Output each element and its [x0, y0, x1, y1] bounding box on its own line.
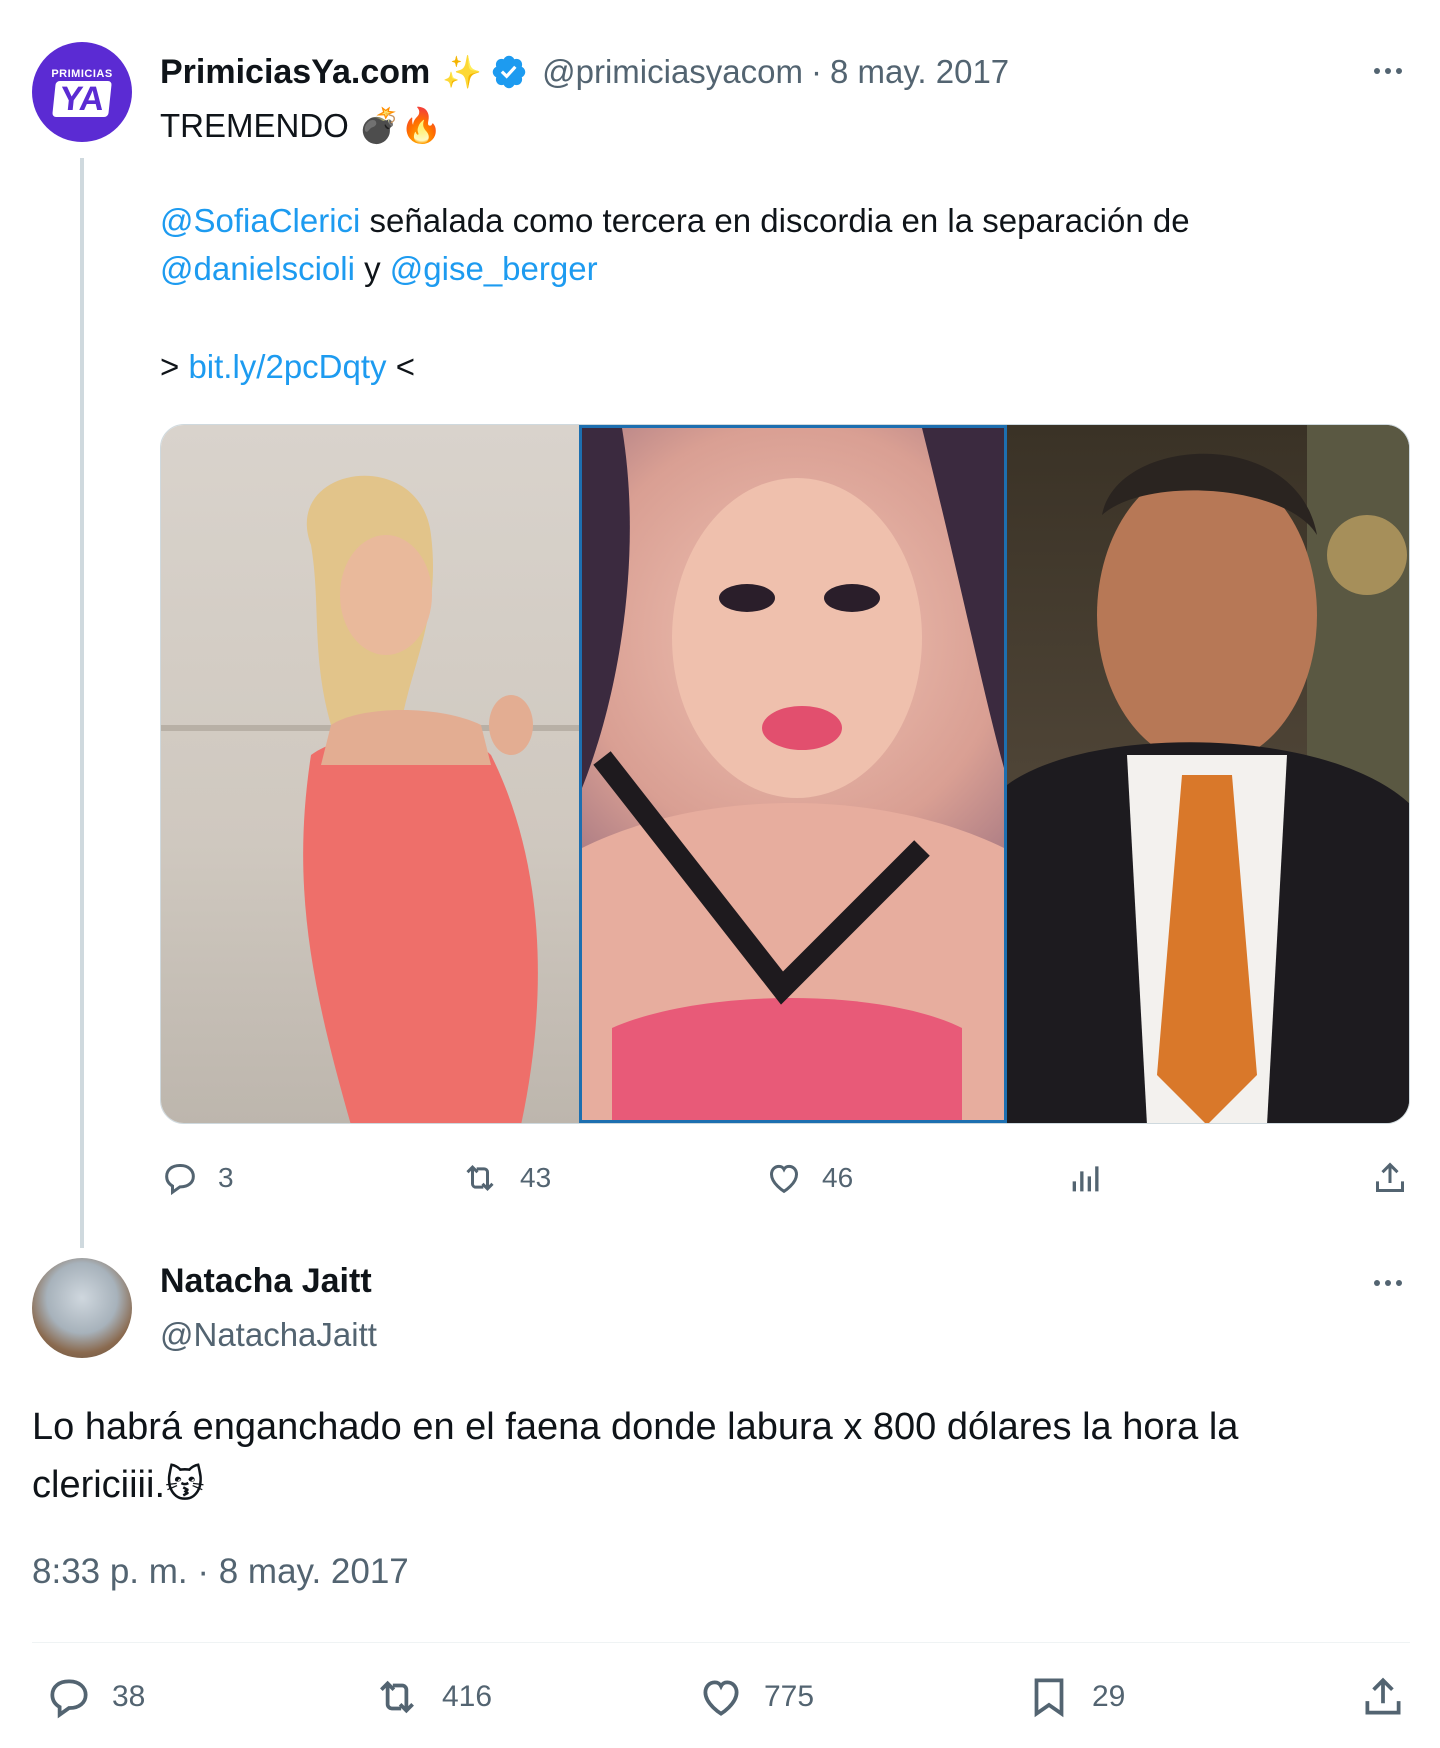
handle[interactable]: @NatachaJaitt — [160, 1316, 377, 1354]
retweet-count: 416 — [442, 1680, 493, 1713]
media-photo-1[interactable] — [161, 425, 579, 1123]
share-icon — [1376, 1162, 1404, 1192]
sparkle-icon: ✨ — [442, 54, 483, 90]
more-options-icon[interactable] — [1374, 68, 1402, 74]
reply-count: 3 — [218, 1162, 234, 1193]
handle[interactable]: @primiciasyacom — [542, 53, 803, 91]
photo-woman-pink-dress — [161, 475, 579, 1123]
reply-icon — [165, 1164, 195, 1196]
tweet-text-line-3: @danielscioli y @gise_berger — [160, 250, 598, 288]
display-name[interactable]: PrimiciasYa.com — [160, 53, 430, 92]
heart-icon — [769, 1164, 799, 1194]
mention-sofiaclerici[interactable]: @SofiaClerici — [160, 202, 360, 239]
thread-connector-line — [80, 158, 84, 1248]
retweet-icon — [380, 1680, 414, 1714]
tweet-timestamp[interactable]: 8:33 p. m. · 8 may. 2017 — [32, 1552, 409, 1592]
retweet-icon — [466, 1165, 494, 1191]
analytics-icon — [1072, 1166, 1099, 1192]
tweet-text-line-2: @SofiaClerici señalada como tercera en d… — [160, 202, 1190, 240]
avatar[interactable] — [32, 1258, 132, 1358]
mention-danielscioli[interactable]: @danielscioli — [160, 250, 355, 287]
link-prefix: > — [160, 348, 189, 385]
like-count: 775 — [764, 1680, 815, 1713]
tweet-text-line-1: TREMENDO 💣🔥 — [160, 106, 443, 146]
tweet-text: Lo habrá enganchado en el faena donde la… — [32, 1398, 1362, 1514]
retweet-count: 43 — [520, 1162, 552, 1193]
kissing-cat-emoji: 😽 — [165, 1464, 205, 1506]
tweet-text-body: Lo habrá enganchado en el faena donde la… — [32, 1406, 1239, 1506]
tweet-header: PrimiciasYa.com ✨ @primiciasyacom · 8 ma… — [160, 50, 1009, 94]
like-count: 46 — [822, 1162, 854, 1193]
share-button[interactable] — [1358, 1672, 1408, 1722]
media-photo-3[interactable] — [1007, 425, 1409, 1123]
reply-count: 38 — [112, 1680, 146, 1713]
tweet-media-collage[interactable] — [160, 424, 1410, 1124]
media-photo-2[interactable] — [579, 425, 1007, 1123]
share-button[interactable] — [1370, 1158, 1410, 1198]
bookmark-count: 29 — [1092, 1680, 1126, 1713]
photo-man-suit — [1007, 425, 1409, 1123]
heart-icon — [703, 1680, 739, 1716]
reply-icon — [50, 1679, 88, 1719]
like-button[interactable]: 775 — [696, 1672, 814, 1722]
separator-dot: · — [811, 53, 822, 90]
display-name[interactable]: Natacha Jaitt — [160, 1262, 372, 1301]
avatar-logo-text-big: YA — [52, 80, 112, 118]
tweet-date[interactable]: 8 may. 2017 — [830, 53, 1009, 91]
retweet-button[interactable]: 43 — [458, 1158, 551, 1198]
tweet-text-and: y — [354, 250, 390, 287]
avatar[interactable]: PRIMICIAS YA — [32, 42, 132, 142]
retweet-button[interactable]: 416 — [370, 1672, 492, 1722]
avatar-logo-text-small: PRIMICIAS — [51, 67, 113, 80]
like-button[interactable]: 46 — [764, 1158, 853, 1198]
photo-woman-selfie — [582, 428, 1004, 1120]
reply-button[interactable]: 3 — [160, 1158, 234, 1198]
share-icon — [1365, 1677, 1401, 1715]
divider — [32, 1642, 1410, 1643]
mention-gise-berger[interactable]: @gise_berger — [390, 250, 598, 287]
short-link[interactable]: bit.ly/2pcDqty — [188, 348, 386, 385]
reply-button[interactable]: 38 — [44, 1672, 145, 1722]
link-suffix: < — [386, 348, 415, 385]
bookmark-icon — [1034, 1678, 1064, 1718]
tweet-text-tremendo: TREMENDO — [160, 107, 349, 144]
views-button[interactable] — [1066, 1158, 1106, 1198]
bomb-fire-emoji: 💣🔥 — [358, 107, 443, 145]
bookmark-button[interactable]: 29 — [1024, 1672, 1125, 1722]
more-options-icon[interactable] — [1374, 1280, 1402, 1286]
tweet-text-line-4: > bit.ly/2pcDqty < — [160, 348, 415, 386]
verified-badge-icon — [492, 55, 526, 89]
tweet-text-body: señalada como tercera en discordia en la… — [360, 202, 1190, 239]
